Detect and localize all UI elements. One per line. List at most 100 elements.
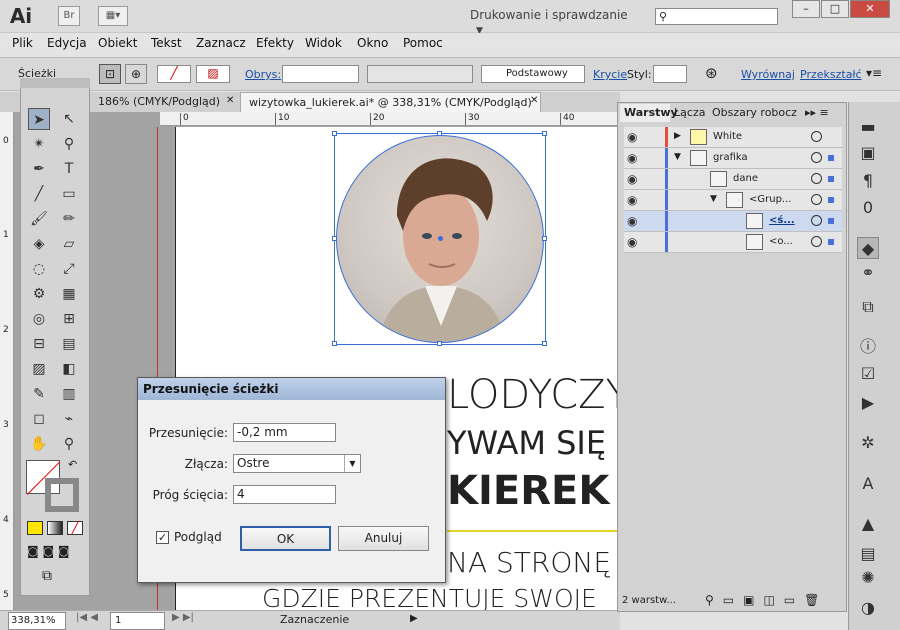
- transparency-icon[interactable]: ◑: [857, 597, 879, 619]
- zoom-field[interactable]: 338,31%: [8, 612, 66, 630]
- eyedropper-tool-icon[interactable]: ▨: [28, 358, 50, 380]
- none-mode-icon[interactable]: ╱: [67, 521, 83, 535]
- paintbrush-tool-icon[interactable]: 🖌: [28, 208, 50, 230]
- center-point-handle[interactable]: [438, 236, 443, 241]
- dialog-title[interactable]: Przesunięcie ścieżki: [138, 378, 445, 400]
- artboard-text-line-5[interactable]: GDZIE PREZENTUJE SWOJE: [262, 584, 597, 613]
- eye-icon[interactable]: ◉: [627, 193, 637, 207]
- path-mode-icon[interactable]: ⊡: [99, 64, 121, 84]
- panel-menu-icon[interactable]: ▾≡: [866, 66, 882, 80]
- artboard-text-line-2[interactable]: YWAM SIĘ: [447, 424, 606, 462]
- actions-icon[interactable]: ▶: [857, 392, 879, 414]
- symbol-sprayer-tool-icon[interactable]: ✎: [28, 383, 50, 405]
- gradient-tool-icon[interactable]: ▤: [58, 333, 80, 355]
- layer-name[interactable]: White: [713, 131, 742, 142]
- line-tool-icon[interactable]: ╱: [28, 183, 50, 205]
- maximize-button[interactable]: □: [821, 0, 849, 18]
- selection-handle[interactable]: [542, 131, 547, 136]
- menu-item-5[interactable]: Efekty: [256, 36, 294, 50]
- tab-artboards[interactable]: Obszary robocz: [712, 104, 797, 122]
- panel-menu-icon[interactable]: ▸▸ ≡: [805, 104, 829, 122]
- menu-item-7[interactable]: Okno: [357, 36, 388, 50]
- menu-item-1[interactable]: Edycja: [47, 36, 87, 50]
- artboard-tool-icon[interactable]: ◻: [28, 408, 50, 430]
- prev-artboard-icon[interactable]: |◀ ◀: [76, 612, 98, 623]
- graphic-style-swatch[interactable]: [653, 65, 687, 83]
- type-tool-icon[interactable]: T: [58, 158, 80, 180]
- pencil-tool-icon[interactable]: ✏: [58, 208, 80, 230]
- tab-layers[interactable]: Warstwy: [620, 104, 678, 122]
- selection-handle[interactable]: [437, 131, 442, 136]
- joins-select[interactable]: Ostre ▼: [233, 454, 361, 473]
- attributes-icon[interactable]: ☑: [857, 363, 879, 385]
- layer-name[interactable]: <ś...: [769, 215, 795, 226]
- mesh-tool-icon[interactable]: ⊟: [28, 333, 50, 355]
- eraser-tool-icon[interactable]: ▱: [58, 233, 80, 255]
- hand-tool-icon[interactable]: ✋: [28, 433, 50, 455]
- eye-icon[interactable]: ◉: [627, 130, 637, 144]
- shape-builder-tool-icon[interactable]: ◎: [28, 308, 50, 330]
- rotate-tool-icon[interactable]: ◌: [28, 258, 50, 280]
- align-link[interactable]: Wyrównaj: [741, 68, 795, 81]
- swatches-icon[interactable]: ▣: [857, 142, 879, 164]
- offset-input[interactable]: -0,2 mm: [233, 423, 336, 442]
- preview-checkbox[interactable]: ✓: [156, 531, 169, 544]
- menu-item-3[interactable]: Tekst: [151, 36, 182, 50]
- selection-handle[interactable]: [542, 236, 547, 241]
- lasso-tool-icon[interactable]: ⚲: [58, 133, 80, 155]
- anchor-mode-icon[interactable]: ⊕: [125, 64, 147, 84]
- layer-name[interactable]: dane: [733, 173, 758, 184]
- recolor-icon[interactable]: ⊛: [705, 64, 718, 82]
- column-graph-tool-icon[interactable]: ▥: [58, 383, 80, 405]
- tab-document-2[interactable]: wizytowka_lukierek.ai* @ 338,31% (CMYK/P…: [240, 92, 541, 112]
- brushes-icon[interactable]: ▲: [857, 513, 879, 535]
- gradient-mode-icon[interactable]: [47, 521, 63, 535]
- tab-document-1[interactable]: 186% (CMYK/Podgląd): [90, 92, 229, 112]
- menu-item-8[interactable]: Pomoc: [403, 36, 443, 50]
- eye-icon[interactable]: ◉: [627, 172, 637, 186]
- target-icon[interactable]: [811, 152, 822, 163]
- layer-name[interactable]: <Grup...: [749, 194, 791, 205]
- selection-handle[interactable]: [332, 341, 337, 346]
- transform-link[interactable]: Przekształć: [800, 68, 862, 81]
- target-icon[interactable]: [811, 131, 822, 142]
- menu-item-6[interactable]: Widok: [305, 36, 342, 50]
- color-mode-icon[interactable]: [27, 521, 43, 535]
- arrange-documents-button[interactable]: ▦▾: [98, 6, 128, 26]
- character-icon[interactable]: A: [857, 473, 879, 495]
- menu-item-0[interactable]: Plik: [12, 36, 33, 50]
- selection-handle[interactable]: [332, 236, 337, 241]
- close-tab-icon[interactable]: ✕: [530, 95, 538, 106]
- layer-row[interactable]: [624, 232, 842, 253]
- workspace-switcher[interactable]: Drukowanie i sprawdzanie ▼: [470, 8, 640, 36]
- brush-select[interactable]: Podstawowy: [481, 65, 585, 83]
- artboard-number-field[interactable]: 1: [110, 612, 165, 630]
- layers-footer-icons[interactable]: ⚲▭▣◫▭🗑: [705, 593, 828, 607]
- expand-arrow-icon[interactable]: ▼: [710, 194, 717, 204]
- draw-mode-icons[interactable]: ◙ ◙ ◙: [27, 544, 70, 558]
- blend-tool-icon[interactable]: ◧: [58, 358, 80, 380]
- tools-panel-header[interactable]: [20, 78, 90, 88]
- stroke-label[interactable]: Obrys:: [245, 68, 281, 81]
- links-dock-icon[interactable]: ⚭: [857, 262, 879, 284]
- help-search-input[interactable]: ⚲: [655, 8, 778, 25]
- scale-tool-icon[interactable]: ⤢: [58, 258, 80, 280]
- selection-tool-icon[interactable]: ➤: [28, 108, 50, 130]
- selection-handle[interactable]: [542, 341, 547, 346]
- stroke-color-swatch[interactable]: [45, 478, 79, 512]
- ok-button[interactable]: OK: [240, 526, 331, 551]
- next-artboard-icon[interactable]: ▶ ▶|: [172, 612, 194, 623]
- artboard-text-line-4[interactable]: NA STRONĘ: [447, 546, 611, 579]
- expand-arrow-icon[interactable]: ▶: [674, 131, 681, 141]
- perspective-grid-tool-icon[interactable]: ⊞: [58, 308, 80, 330]
- layer-name[interactable]: grafika: [713, 152, 748, 163]
- cancel-button[interactable]: Anuluj: [338, 526, 429, 551]
- info-icon[interactable]: ⓘ: [857, 336, 879, 358]
- menu-item-2[interactable]: Obiekt: [98, 36, 137, 50]
- fill-swatch[interactable]: ╱: [157, 65, 191, 83]
- appearance-icon[interactable]: ✺: [857, 567, 879, 589]
- eye-icon[interactable]: ◉: [627, 151, 637, 165]
- zoom-tool-icon[interactable]: ⚲: [58, 433, 80, 455]
- menu-item-4[interactable]: Zaznacz: [196, 36, 246, 50]
- bridge-button[interactable]: Br: [58, 6, 80, 26]
